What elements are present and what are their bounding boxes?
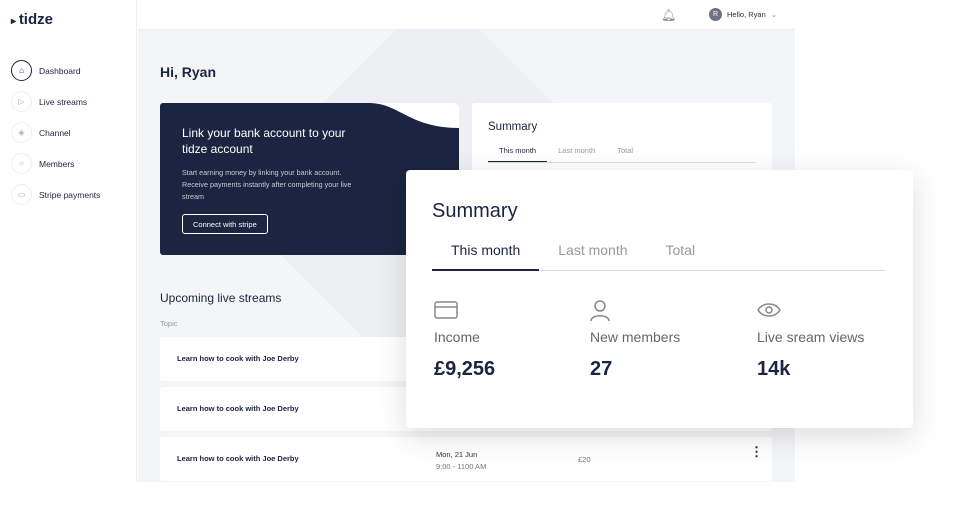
tab-total[interactable]: Total (606, 146, 644, 162)
sidebar-nav: ⌂ Dashboard ▷ Live streams ◈ Channel ○ Membe… (11, 55, 100, 210)
more-options-icon[interactable]: ⋮ (750, 445, 763, 458)
logo[interactable]: ▸ tidze (11, 11, 53, 28)
summary-popup: Summary This month Last month Total Inco… (406, 170, 913, 428)
user-menu[interactable]: R Hello, Ryan ⌄ (709, 8, 777, 21)
sidebar-item-stripe-payments[interactable]: ▭ Stripe payments (11, 179, 100, 210)
summary-title: Summary (488, 121, 538, 133)
wave-decoration (369, 103, 459, 128)
sidebar: ▸ tidze ⌂ Dashboard ▷ Live streams ◈ Channe… (0, 0, 137, 482)
chevron-down-icon: ⌄ (770, 10, 778, 19)
bank-card-title: Link your bank account to your tidze acc… (182, 126, 346, 156)
avatar: R (709, 8, 722, 21)
user-icon: ○ (11, 153, 32, 174)
tab-this-month[interactable]: This month (432, 242, 540, 271)
logo-arrow-icon: ▸ (11, 16, 19, 27)
connect-stripe-button[interactable]: Connect with stripe (182, 214, 268, 234)
upcoming-title: Upcoming live streams (160, 291, 282, 305)
column-header-topic: Topic (160, 319, 178, 328)
tab-last-month[interactable]: Last month (539, 242, 646, 271)
top-header: 🔔︎ R Hello, Ryan ⌄ (138, 0, 795, 30)
sidebar-item-live-streams[interactable]: ▷ Live streams (11, 86, 100, 117)
play-icon: ▷ (11, 91, 32, 112)
card-icon (434, 300, 495, 324)
sidebar-item-members[interactable]: ○ Members (11, 148, 100, 179)
row-date: Mon, 21 Jun 9:00 - 1100 AM (436, 450, 487, 471)
tab-last-month[interactable]: Last month (547, 146, 606, 162)
sidebar-item-channel[interactable]: ◈ Channel (11, 117, 100, 148)
stat-live-stream-views: Live sream views 14k (757, 300, 864, 381)
page-title: Hi, Ryan (160, 64, 217, 80)
summary-tabs: This month Last month Total (488, 146, 756, 163)
row-price: £20 (578, 455, 591, 464)
tab-this-month[interactable]: This month (488, 146, 548, 162)
summary-popup-title: Summary (432, 200, 518, 222)
bank-card-body: Start earning money by linking your bank… (182, 168, 352, 201)
user-icon (590, 300, 680, 324)
summary-popup-tabs: This month Last month Total (432, 242, 885, 271)
notification-bell-icon[interactable]: 🔔︎ (661, 8, 676, 22)
stat-income: Income £9,256 (434, 300, 495, 381)
stat-new-members: New members 27 (590, 300, 680, 381)
home-icon: ⌂ (11, 60, 32, 81)
sidebar-item-dashboard[interactable]: ⌂ Dashboard (11, 55, 100, 86)
eye-icon (757, 300, 864, 324)
card-icon: ▭ (11, 184, 32, 205)
table-row[interactable]: Learn how to cook with Joe Derby Mon, 21… (160, 437, 772, 481)
tab-total[interactable]: Total (647, 242, 715, 271)
layers-icon: ◈ (11, 122, 32, 143)
